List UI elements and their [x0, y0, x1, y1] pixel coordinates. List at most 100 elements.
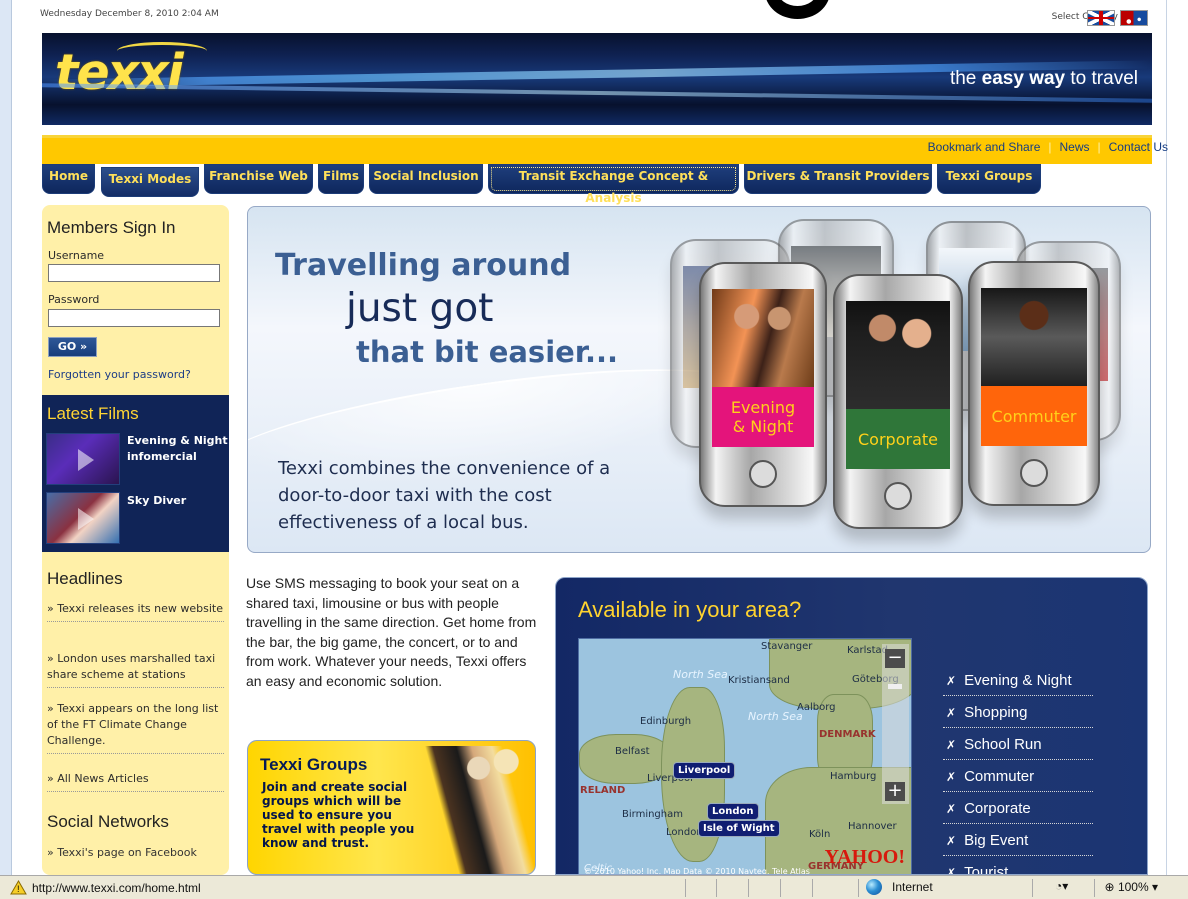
all-news-link[interactable]: » All News Articles [47, 771, 224, 792]
availability-title: Available in your area? [578, 597, 802, 622]
nav-home[interactable]: Home [42, 164, 95, 194]
texxi-logo[interactable]: texxi [55, 44, 184, 101]
facebook-link[interactable]: » Texxi's page on Facebook [47, 846, 197, 859]
evening-film-thumbnail[interactable] [46, 433, 120, 485]
sky-diver-title[interactable]: Sky Diver [127, 493, 186, 509]
username-label: Username [48, 249, 105, 262]
news-link[interactable]: News [1052, 140, 1098, 154]
sign-in-button[interactable]: GO » [48, 337, 97, 357]
phone-home-button-icon [884, 482, 912, 510]
texxi-groups-promo[interactable]: Texxi Groups Join and create social grou… [247, 740, 536, 875]
status-divider [858, 879, 859, 897]
nav-texxi-groups[interactable]: Texxi Groups [937, 164, 1041, 194]
privacy-icon[interactable]: ◔▾ [1055, 879, 1068, 893]
liverpool-pin[interactable]: Liverpool [673, 762, 736, 779]
status-divider [812, 879, 813, 897]
evening-film-title[interactable]: Evening & Night infomercial [127, 433, 229, 465]
bookmark-share-link[interactable]: Bookmark and Share [920, 140, 1049, 154]
social-networks-title: Social Networks [47, 812, 169, 831]
map-copyright: © 2010 Yahoo! Inc. Map Data © 2010 Navte… [584, 867, 810, 875]
nav-texxi-modes[interactable]: Texxi Modes [101, 167, 199, 197]
password-input[interactable] [48, 309, 220, 327]
hamburg-label: Hamburg [830, 771, 877, 782]
status-url: http://www.texxi.com/home.html [32, 881, 201, 895]
aalborg-label: Aalborg [797, 702, 836, 713]
australia-flag-icon[interactable] [1120, 10, 1148, 26]
headline-website[interactable]: » Texxi releases its new website [47, 601, 224, 622]
commuter-label: Commuter [981, 386, 1087, 446]
category-commuter[interactable]: Commuter [943, 768, 1093, 792]
headline-london[interactable]: » London uses marshalled taxi share sche… [47, 651, 224, 688]
sms-description: Use SMS messaging to book your seat on a… [246, 575, 537, 689]
edinburgh-label: Edinburgh [640, 716, 692, 727]
category-shopping[interactable]: Shopping [943, 704, 1093, 728]
category-school-run[interactable]: School Run [943, 736, 1093, 760]
svg-text:!: ! [17, 884, 20, 894]
texxi-groups-title: Texxi Groups [260, 755, 368, 774]
status-divider [685, 879, 686, 897]
status-divider [716, 879, 717, 897]
headline-ft[interactable]: » Texxi appears on the long list of the … [47, 701, 224, 754]
isle-of-wight-pin[interactable]: Isle of Wight [698, 820, 780, 837]
corporate-phone: Corporate [833, 274, 963, 529]
right-window-edge [1166, 0, 1188, 875]
evening-night-phone: Evening & Night [699, 262, 827, 507]
category-corporate[interactable]: Corporate [943, 800, 1093, 824]
phone-home-button-icon [1020, 459, 1048, 487]
warning-icon: ! [10, 880, 27, 895]
latest-films: Latest Films Evening & Night infomercial… [42, 395, 229, 552]
north-sea-label: North Sea [673, 668, 728, 681]
ireland-label: RELAND [580, 785, 626, 796]
status-divider [748, 879, 749, 897]
nav-social-inclusion[interactable]: Social Inclusion [369, 164, 483, 194]
hero-heading-line3: that bit easier... [356, 335, 619, 369]
browser-page: Wednesday December 8, 2010 2:04 AM Selec… [0, 0, 1188, 899]
zoom-level[interactable]: ⊕ 100% ▾ [1105, 880, 1158, 894]
forgot-password-link[interactable]: Forgotten your password? [48, 368, 191, 381]
members-sign-in-title: Members Sign In [47, 218, 176, 237]
status-divider [780, 879, 781, 897]
hero-banner: Travelling around just got that bit easi… [247, 206, 1151, 553]
contact-link[interactable]: Contact Us [1101, 140, 1176, 154]
security-zone: Internet [892, 880, 933, 894]
internet-globe-icon [866, 879, 882, 895]
tagline: the easy way to travel [949, 68, 1138, 89]
hero-copy: Texxi combines the convenience of a door… [278, 458, 611, 533]
top-utility-line: Wednesday December 8, 2010 2:04 AM Selec… [40, 9, 1152, 27]
utility-links: Bookmark and Share | News | Contact Us [920, 140, 1176, 154]
nav-franchise-web[interactable]: Franchise Web [204, 164, 313, 194]
yahoo-map-logo: YAHOO! [824, 846, 905, 868]
headlines-title: Headlines [47, 569, 123, 588]
status-divider [1094, 879, 1095, 897]
current-date: Wednesday December 8, 2010 2:04 AM [40, 9, 219, 19]
category-tourist[interactable]: Tourist [943, 864, 1093, 874]
left-window-edge [0, 0, 12, 875]
password-label: Password [48, 293, 100, 306]
zoom-slider-handle[interactable] [888, 684, 902, 689]
nav-films[interactable]: Films [318, 164, 364, 194]
london-pin[interactable]: London [707, 803, 759, 820]
map-zoom-control[interactable]: − + [882, 644, 909, 804]
nav-drivers-transit-providers[interactable]: Drivers & Transit Providers [744, 164, 932, 194]
uk-flag-icon[interactable] [1087, 10, 1115, 26]
corporate-label: Corporate [846, 409, 950, 469]
hannover-label: Hannover [848, 821, 897, 832]
denmark-label: DENMARK [819, 729, 876, 740]
zoom-out-icon[interactable]: − [885, 649, 905, 668]
area-map[interactable]: North Sea North Sea Stavanger Kristiansa… [578, 638, 912, 875]
kristiansand-label: Kristiansand [728, 675, 790, 686]
latest-films-title: Latest Films [47, 404, 139, 423]
username-input[interactable] [48, 264, 220, 282]
sky-diver-thumbnail[interactable] [46, 492, 120, 544]
friends-photo [421, 746, 535, 874]
category-big-event[interactable]: Big Event [943, 832, 1093, 856]
zoom-in-icon[interactable]: + [885, 782, 905, 801]
nav-transit-exchange[interactable]: Transit Exchange Concept & Analysis [488, 164, 739, 205]
status-divider [1032, 879, 1033, 897]
category-evening-night[interactable]: Evening & Night [943, 672, 1093, 696]
texxi-groups-copy: Join and create social groups which will… [262, 780, 415, 850]
browser-status-bar: ! http://www.texxi.com/home.html Interne… [0, 875, 1188, 899]
hero-heading-line2: just got [346, 286, 494, 331]
evening-night-label: Evening & Night [712, 387, 814, 447]
commuter-phone: Commuter [968, 261, 1100, 506]
